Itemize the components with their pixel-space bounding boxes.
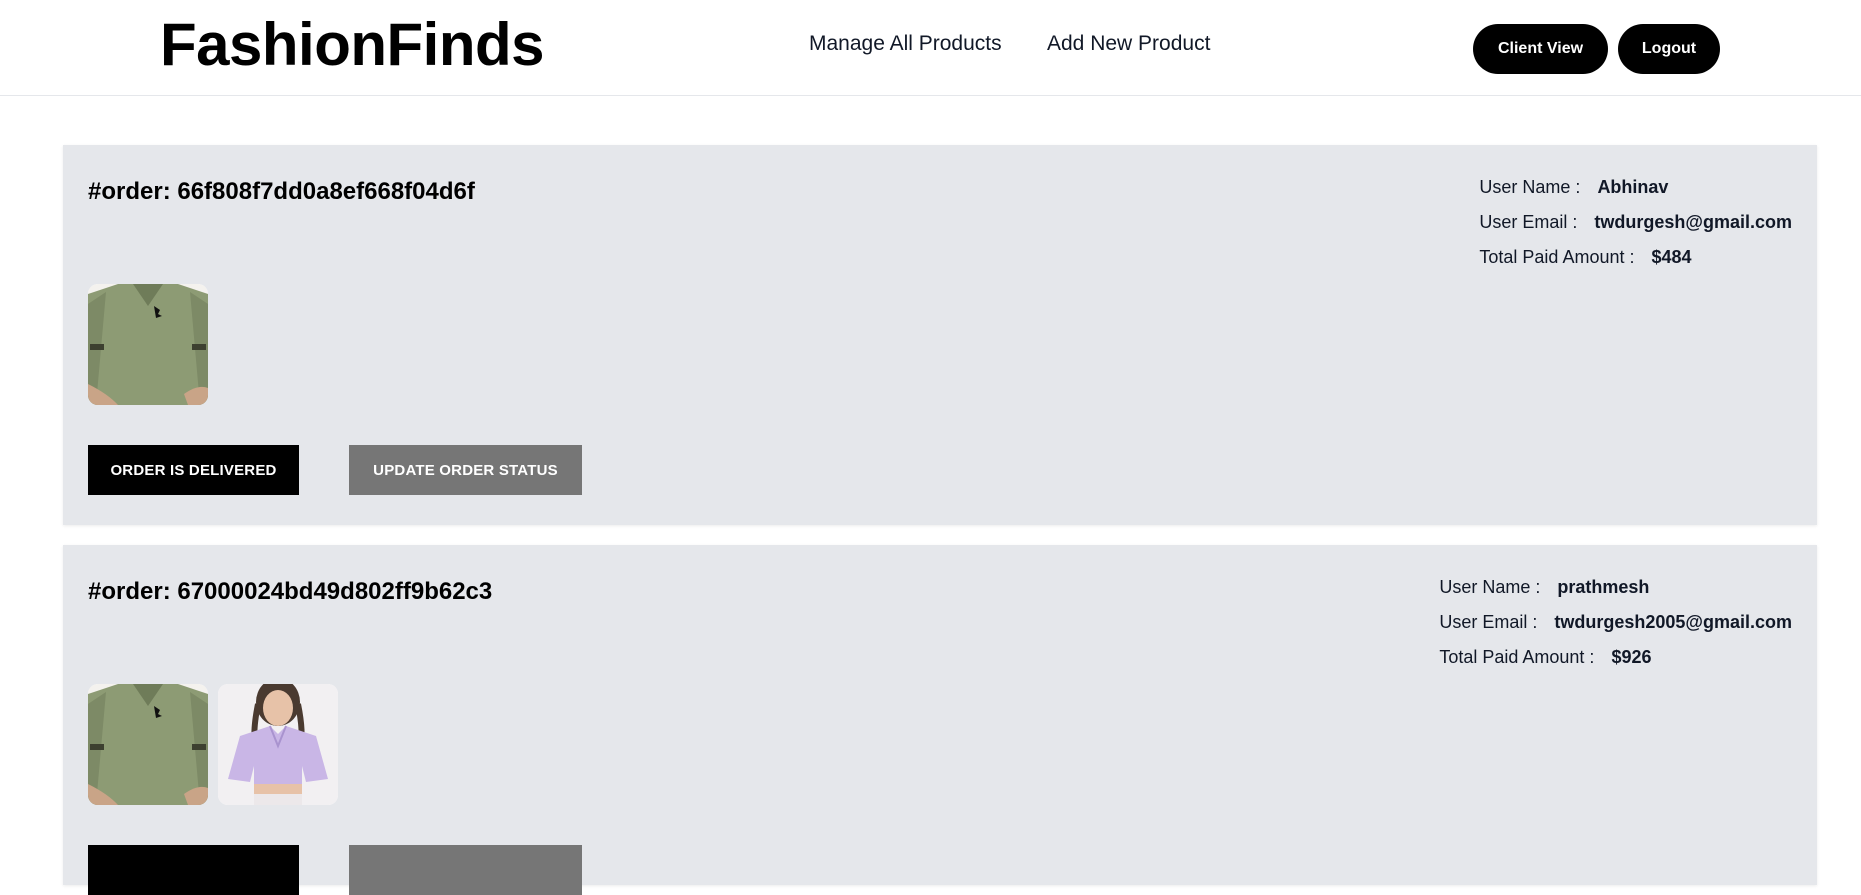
user-email-value: twdurgesh@gmail.com xyxy=(1594,212,1792,232)
user-name-row: User Name : prathmesh xyxy=(1439,577,1792,612)
user-email-row: User Email : twdurgesh@gmail.com xyxy=(1479,212,1792,247)
order-customer-info: User Name : Abhinav User Email : twdurge… xyxy=(1479,177,1792,282)
total-paid-row: Total Paid Amount : $484 xyxy=(1479,247,1792,282)
user-name-row: User Name : Abhinav xyxy=(1479,177,1792,212)
product-image-olive-polo[interactable] xyxy=(88,684,208,805)
total-paid-label: Total Paid Amount : xyxy=(1439,647,1595,667)
user-email-row: User Email : twdurgesh2005@gmail.com xyxy=(1439,612,1792,647)
user-name-label: User Name : xyxy=(1439,577,1541,597)
user-email-label: User Email : xyxy=(1479,212,1578,232)
product-image-lavender-crop-shirt[interactable] xyxy=(218,684,338,805)
product-thumbnails xyxy=(88,284,208,405)
brand-logo[interactable]: FashionFinds xyxy=(160,10,545,79)
total-paid-value: $926 xyxy=(1611,647,1652,667)
order-status-button[interactable] xyxy=(88,845,299,895)
user-email-value: twdurgesh2005@gmail.com xyxy=(1554,612,1792,632)
total-paid-row: Total Paid Amount : $926 xyxy=(1439,647,1792,682)
nav-add-new-product[interactable]: Add New Product xyxy=(1047,32,1210,56)
client-view-button[interactable]: Client View xyxy=(1473,24,1608,74)
total-paid-value: $484 xyxy=(1651,247,1692,267)
total-paid-label: Total Paid Amount : xyxy=(1479,247,1635,267)
product-image-olive-polo[interactable] xyxy=(88,284,208,405)
user-name-value: Abhinav xyxy=(1597,177,1669,197)
order-card: #order: 66f808f7dd0a8ef668f04d6f User Na… xyxy=(63,145,1817,525)
order-customer-info: User Name : prathmesh User Email : twdur… xyxy=(1439,577,1792,682)
update-order-status-button[interactable] xyxy=(349,845,582,895)
order-card: #order: 67000024bd49d802ff9b62c3 User Na… xyxy=(63,545,1817,895)
user-name-label: User Name : xyxy=(1479,177,1581,197)
order-id: #order: 67000024bd49d802ff9b62c3 xyxy=(88,578,493,605)
order-delivered-status-button[interactable]: ORDER IS DELIVERED xyxy=(88,445,299,495)
logout-button[interactable]: Logout xyxy=(1618,24,1720,74)
product-thumbnails xyxy=(88,684,338,805)
update-order-status-button[interactable]: UPDATE ORDER STATUS xyxy=(349,445,582,495)
user-name-value: prathmesh xyxy=(1557,577,1650,597)
top-navbar: FashionFinds Manage All Products Add New… xyxy=(0,0,1861,96)
user-email-label: User Email : xyxy=(1439,612,1538,632)
nav-manage-all-products[interactable]: Manage All Products xyxy=(809,32,1002,56)
order-id: #order: 66f808f7dd0a8ef668f04d6f xyxy=(88,178,475,205)
